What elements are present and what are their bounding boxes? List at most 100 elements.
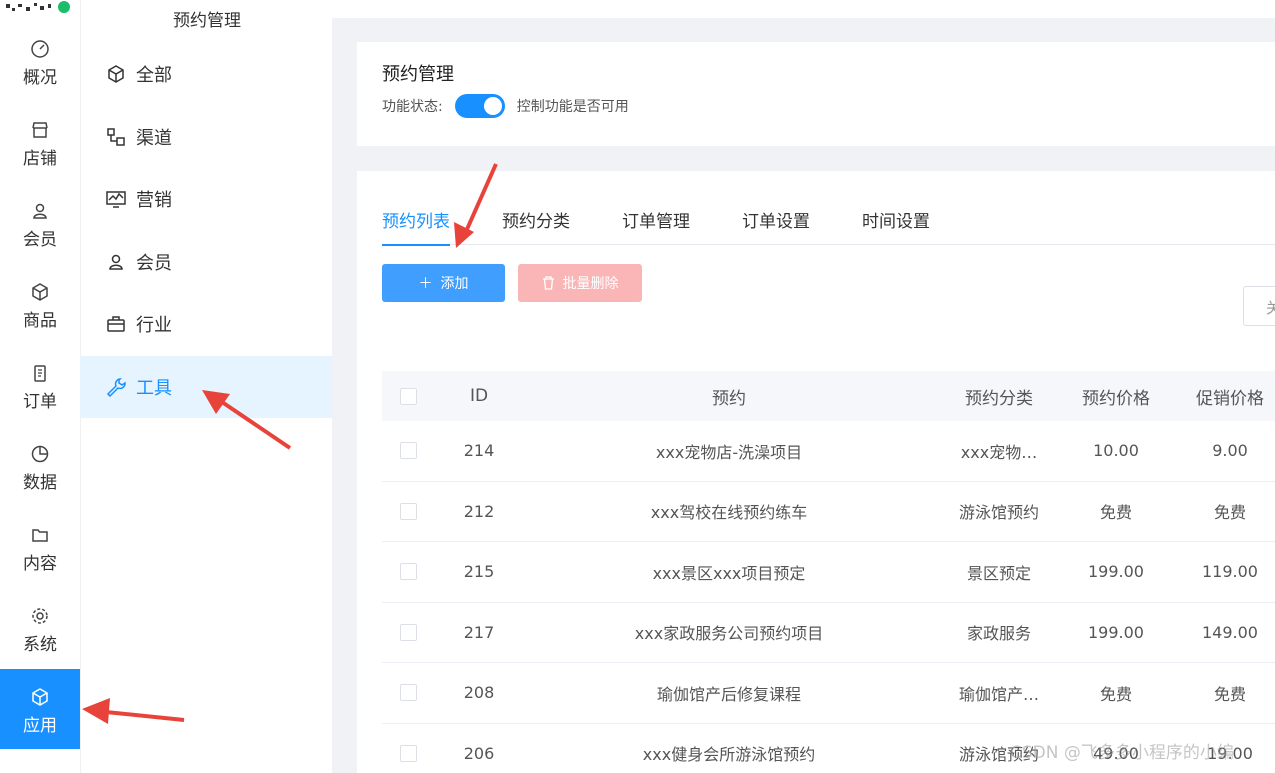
primary-nav-item-5[interactable]: 数据 (0, 426, 80, 506)
qr-logo-icon (6, 1, 70, 13)
secondary-nav-label: 全部 (136, 65, 172, 86)
search-input[interactable]: 关 (1243, 286, 1275, 326)
function-status-toggle[interactable] (454, 94, 505, 118)
table-row: 212 xxx驾校在线预约练车 游泳馆预约 免费 免费 (382, 482, 1275, 542)
table-row: 215 xxx景区xxx项目预定 景区预定 199.00 119.00 (382, 542, 1275, 603)
cell-name: xxx宠物店-洗澡项目 (655, 442, 803, 462)
tab-order-management[interactable]: 订单管理 (622, 207, 690, 245)
secondary-nav-label: 会员 (136, 252, 172, 274)
secondary-nav-item-2[interactable]: 营销 (80, 168, 332, 230)
plus-icon: ＋ (418, 276, 433, 292)
primary-nav-label: 会员 (23, 230, 57, 250)
row-checkbox[interactable] (399, 744, 417, 762)
settings-card: 预约管理 功能状态: 控制功能是否可用 (357, 42, 1275, 146)
add-button[interactable]: ＋ 添加 (382, 264, 505, 302)
primary-nav-label: 概况 (23, 68, 57, 88)
primary-nav-item-8[interactable]: 应用 (0, 669, 80, 749)
monitor-chart-icon (106, 191, 126, 208)
row-checkbox[interactable] (399, 563, 417, 581)
primary-nav-item-3[interactable]: 商品 (0, 264, 80, 344)
status-label: 功能状态: (382, 99, 443, 115)
primary-nav-item-7[interactable]: 系统 (0, 588, 80, 668)
secondary-sidebar-title: 预约管理 (173, 11, 241, 31)
list-card: 预约列表 预约分类 订单管理 订单设置 时间设置 ＋ 添加 批量删除 关 ID … (357, 171, 1275, 773)
page-title: 预约管理 (382, 64, 454, 85)
primary-nav-label: 店铺 (23, 149, 57, 169)
cell-category: 家政服务 (966, 624, 1031, 644)
gear-icon (32, 608, 48, 624)
cell-category: 瑜伽馆产… (958, 684, 1039, 704)
secondary-nav-item-5[interactable]: 工具 (80, 355, 332, 418)
primary-nav-label: 应用 (23, 716, 57, 736)
header-price: 预约价格 (1082, 388, 1150, 409)
cell-promo-price: 119.00 (1202, 562, 1258, 582)
primary-nav-label: 系统 (23, 635, 57, 655)
cell-price: 199.00 (1088, 622, 1144, 642)
row-checkbox[interactable] (399, 442, 417, 460)
tab-order-settings[interactable]: 订单设置 (742, 207, 810, 245)
box-icon (32, 688, 48, 706)
reservation-table: ID 预约 预约分类 预约价格 促销价格 214 xxx宠物店-洗澡项目 xxx宠物… (382, 371, 1275, 773)
secondary-nav-item-3[interactable]: 会员 (80, 231, 332, 293)
cube-icon (108, 65, 124, 83)
channel-icon (107, 127, 125, 146)
cell-price: 199.00 (1088, 562, 1144, 582)
cell-promo-price: 149.00 (1202, 622, 1258, 642)
header-category: 预约分类 (965, 388, 1033, 409)
user-icon (33, 203, 47, 219)
trash-icon (542, 276, 554, 290)
add-button-label: 添加 (440, 276, 469, 292)
cell-id: 206 (463, 743, 495, 763)
cell-category: xxx宠物… (960, 442, 1038, 462)
secondary-nav-label: 营销 (136, 190, 172, 211)
clipboard-icon (34, 365, 46, 382)
pie-chart-icon (31, 445, 49, 463)
cell-promo-price: 9.00 (1212, 441, 1248, 461)
watermark: CSDN @飞多多小程序的小编 (1010, 743, 1234, 763)
row-checkbox[interactable] (399, 502, 417, 520)
secondary-nav-label: 行业 (136, 315, 172, 336)
box-icon (32, 283, 48, 301)
cell-name: xxx家政服务公司预约项目 (634, 624, 824, 644)
header-promo-price: 促销价格 (1196, 388, 1264, 409)
cell-id: 217 (463, 622, 495, 642)
cell-price: 免费 (1099, 684, 1132, 704)
tab-reservation-category[interactable]: 预约分类 (502, 207, 570, 245)
briefcase-icon (107, 316, 125, 332)
table-row: 214 xxx宠物店-洗澡项目 xxx宠物… 10.00 9.00 (382, 421, 1275, 482)
secondary-nav-item-0[interactable]: 全部 (80, 43, 332, 105)
primary-nav-label: 数据 (23, 473, 57, 493)
store-icon (32, 122, 48, 138)
status-hint: 控制功能是否可用 (516, 99, 629, 115)
cell-id: 208 (463, 683, 495, 703)
secondary-nav-item-4[interactable]: 行业 (80, 293, 332, 355)
primary-nav-item-6[interactable]: 内容 (0, 507, 80, 587)
batch-delete-label: 批量删除 (562, 276, 619, 292)
dashboard-icon (31, 40, 49, 58)
user-icon (109, 254, 123, 270)
primary-nav-item-4[interactable]: 订单 (0, 345, 80, 425)
function-status-row: 功能状态: 控制功能是否可用 (382, 94, 629, 118)
tab-reservation-list[interactable]: 预约列表 (382, 207, 450, 246)
table-row: 208 瑜伽馆产后修复课程 瑜伽馆产… 免费 免费 (382, 663, 1275, 724)
header-name: 预约 (712, 388, 746, 409)
tab-bar: 预约列表 预约分类 订单管理 订单设置 时间设置 (382, 207, 1275, 246)
tab-time-settings[interactable]: 时间设置 (862, 207, 930, 245)
primary-nav-label: 订单 (23, 392, 57, 412)
row-checkbox[interactable] (399, 623, 417, 641)
header-id: ID (469, 386, 489, 406)
cell-name: xxx驾校在线预约练车 (650, 503, 808, 523)
cell-promo-price: 免费 (1213, 684, 1246, 704)
cell-id: 215 (463, 562, 495, 582)
primary-nav-item-0[interactable]: 概况 (0, 21, 80, 101)
secondary-nav-item-1[interactable]: 渠道 (80, 106, 332, 168)
select-all-checkbox[interactable] (399, 387, 417, 405)
primary-nav-item-2[interactable]: 会员 (0, 183, 80, 263)
primary-nav-label: 商品 (23, 311, 57, 331)
batch-delete-button[interactable]: 批量删除 (518, 264, 642, 302)
row-checkbox[interactable] (399, 684, 417, 702)
cell-category: 景区预定 (966, 563, 1031, 583)
cell-price: 免费 (1099, 503, 1132, 523)
table-row: 217 xxx家政服务公司预约项目 家政服务 199.00 149.00 (382, 603, 1275, 663)
primary-nav-item-1[interactable]: 店铺 (0, 102, 80, 182)
